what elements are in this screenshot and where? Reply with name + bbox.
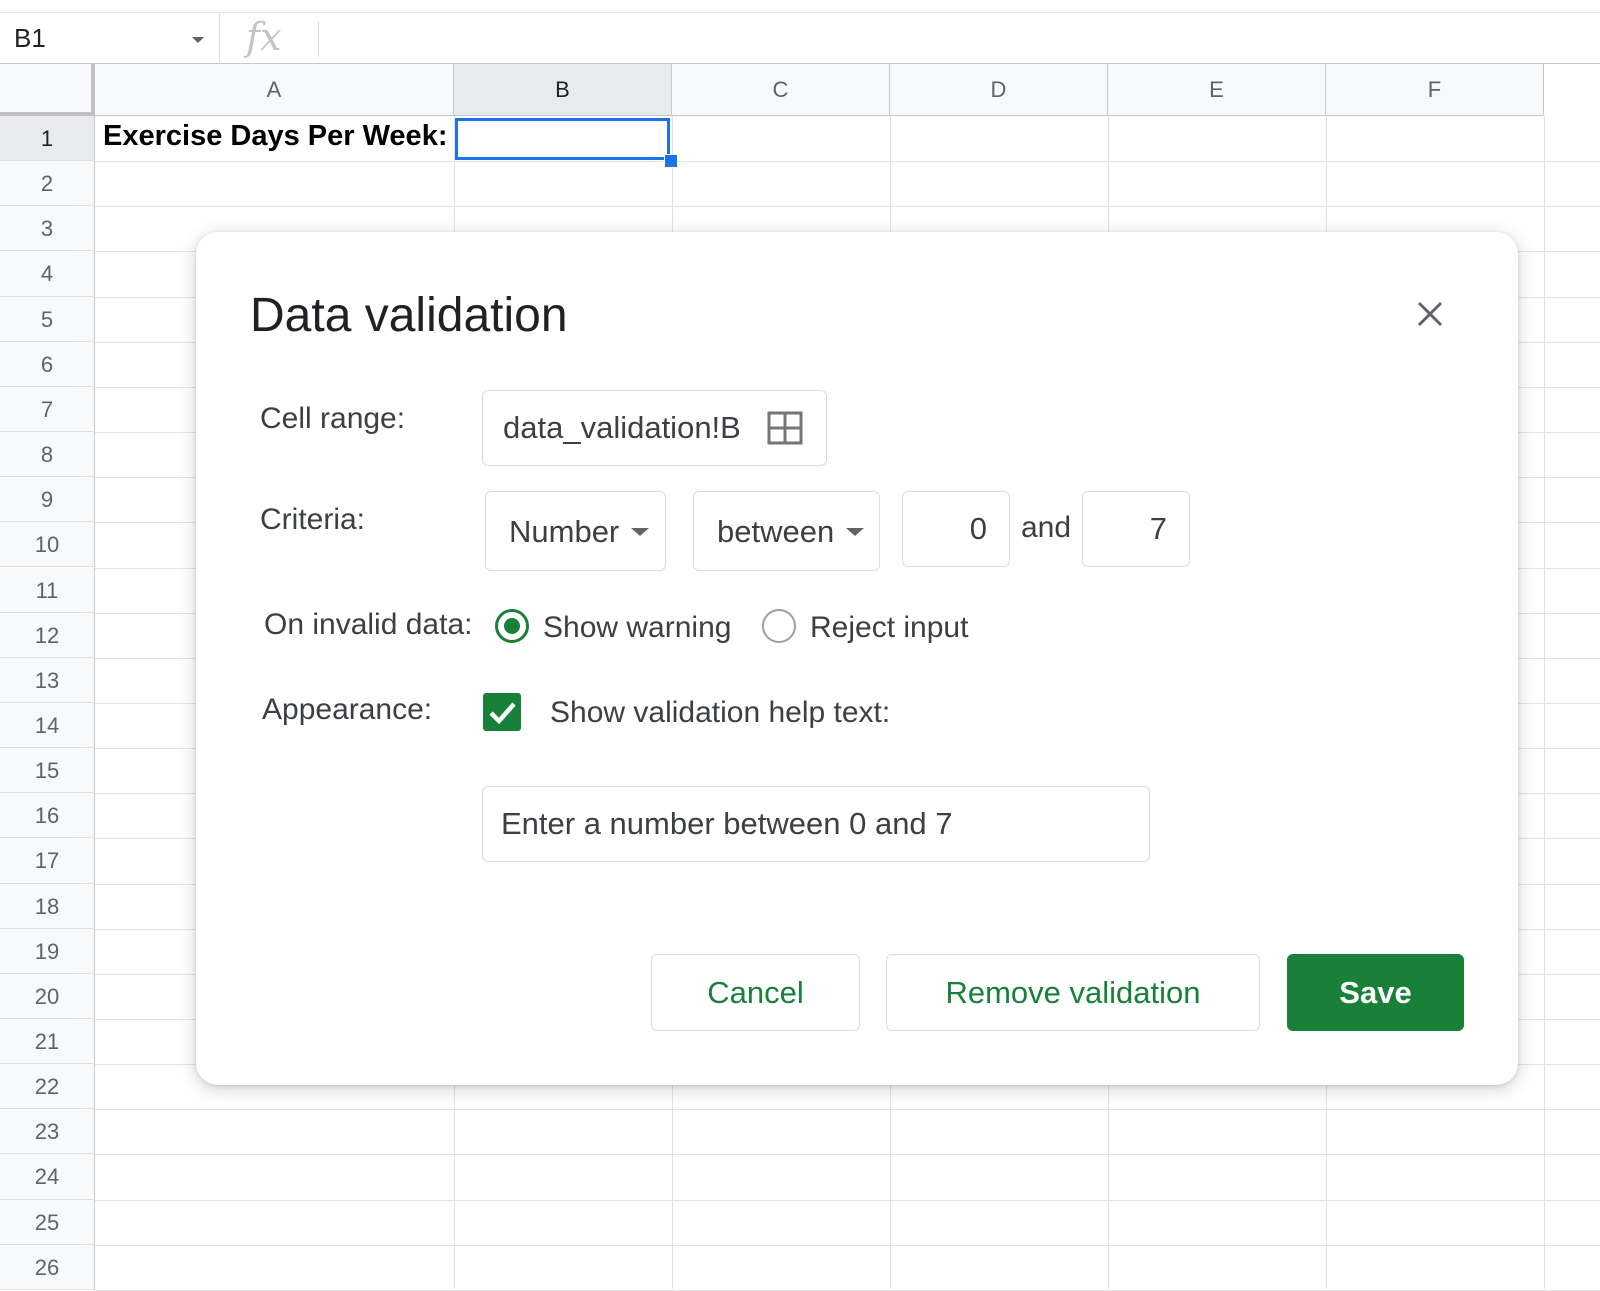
row-header-11[interactable]: 11: [0, 567, 95, 613]
criteria-operator-dropdown[interactable]: between: [693, 491, 880, 571]
row-header-8[interactable]: 8: [0, 432, 95, 478]
close-icon[interactable]: [1414, 298, 1446, 330]
row-header-15[interactable]: 15: [0, 748, 95, 794]
row-header-12[interactable]: 12: [0, 612, 95, 658]
row-header-18[interactable]: 18: [0, 883, 95, 929]
row-gridline: [95, 1109, 1600, 1111]
column-header-a[interactable]: A: [95, 64, 454, 116]
criteria-min-field[interactable]: [902, 491, 1010, 567]
row-gridline: [95, 206, 1600, 208]
criteria-type-value: Number: [509, 514, 620, 549]
row-header-1[interactable]: 1: [0, 116, 95, 162]
save-button[interactable]: Save: [1287, 954, 1464, 1031]
criteria-label: Criteria:: [260, 503, 366, 536]
reject-input-label[interactable]: Reject input: [810, 611, 968, 645]
row-header-4[interactable]: 4: [0, 251, 95, 297]
cell-a1[interactable]: Exercise Days Per Week:: [103, 120, 447, 153]
invalid-data-label: On invalid data:: [264, 608, 473, 641]
row-gridline: [95, 1199, 1600, 1201]
row-header-10[interactable]: 10: [0, 522, 95, 568]
column-gridline: [1544, 116, 1545, 1289]
row-header-6[interactable]: 6: [0, 341, 95, 387]
row-header-26[interactable]: 26: [0, 1244, 95, 1290]
cell-range-label: Cell range:: [260, 402, 406, 435]
row-header-17[interactable]: 17: [0, 838, 95, 884]
fill-handle[interactable]: [664, 154, 678, 168]
criteria-max-field[interactable]: [1082, 491, 1190, 567]
criteria-type-dropdown[interactable]: Number: [485, 491, 666, 571]
show-help-text-checkbox[interactable]: [483, 693, 521, 731]
cell-range-value: data_validation!B: [503, 410, 741, 445]
column-header-e[interactable]: E: [1108, 64, 1326, 116]
row-header-5[interactable]: 5: [0, 296, 95, 342]
formula-bar: B1 fx: [0, 12, 1600, 64]
column-header-d[interactable]: D: [890, 64, 1108, 116]
help-text-input[interactable]: [483, 787, 1149, 861]
formula-divider: [318, 21, 319, 57]
row-header-21[interactable]: 21: [0, 1019, 95, 1065]
row-header-7[interactable]: 7: [0, 386, 95, 433]
row-gridline: [95, 1154, 1600, 1156]
row-header-23[interactable]: 23: [0, 1109, 95, 1155]
fx-icon: fx: [246, 15, 282, 59]
column-header-f[interactable]: F: [1326, 64, 1544, 116]
dialog-title: Data validation: [250, 289, 568, 342]
row-header-9[interactable]: 9: [0, 477, 95, 523]
show-warning-radio[interactable]: [495, 609, 529, 643]
help-text-field[interactable]: [482, 786, 1150, 862]
row-header-24[interactable]: 24: [0, 1154, 95, 1200]
row-header-2[interactable]: 2: [0, 161, 95, 207]
show-warning-label[interactable]: Show warning: [543, 611, 731, 645]
reject-input-radio[interactable]: [762, 609, 796, 643]
row-gridline: [95, 161, 1600, 163]
data-validation-dialog: Data validation Cell range: data_validat…: [196, 232, 1518, 1085]
column-header-c[interactable]: C: [672, 64, 890, 116]
criteria-min-input[interactable]: [903, 492, 1009, 566]
remove-validation-button[interactable]: Remove validation: [886, 954, 1260, 1031]
chevron-down-icon: [631, 528, 649, 536]
select-range-icon[interactable]: [767, 411, 803, 445]
row-header-19[interactable]: 19: [0, 928, 95, 974]
chevron-down-icon[interactable]: [192, 37, 204, 43]
criteria-operator-value: between: [717, 514, 835, 549]
criteria-max-input[interactable]: [1083, 492, 1189, 566]
checkmark-icon: [489, 702, 516, 725]
cell-range-field[interactable]: data_validation!B: [482, 390, 827, 466]
name-box-value: B1: [14, 23, 46, 53]
cancel-button[interactable]: Cancel: [651, 954, 860, 1031]
appearance-label: Appearance:: [262, 693, 433, 726]
row-gridline: [95, 1244, 1600, 1246]
row-header-14[interactable]: 14: [0, 702, 95, 749]
row-header-3[interactable]: 3: [0, 206, 95, 252]
select-all-corner[interactable]: [0, 64, 95, 116]
and-label: and: [1021, 511, 1072, 544]
row-header-20[interactable]: 20: [0, 973, 95, 1019]
show-help-text-label[interactable]: Show validation help text:: [550, 696, 890, 730]
chevron-down-icon: [846, 528, 864, 536]
row-header-22[interactable]: 22: [0, 1064, 95, 1110]
column-header-b[interactable]: B: [454, 64, 672, 116]
row-header-25[interactable]: 25: [0, 1199, 95, 1245]
row-header-16[interactable]: 16: [0, 793, 95, 839]
row-header-13[interactable]: 13: [0, 657, 95, 703]
cell-b1-selected[interactable]: [455, 118, 670, 160]
name-box[interactable]: B1: [0, 13, 220, 64]
